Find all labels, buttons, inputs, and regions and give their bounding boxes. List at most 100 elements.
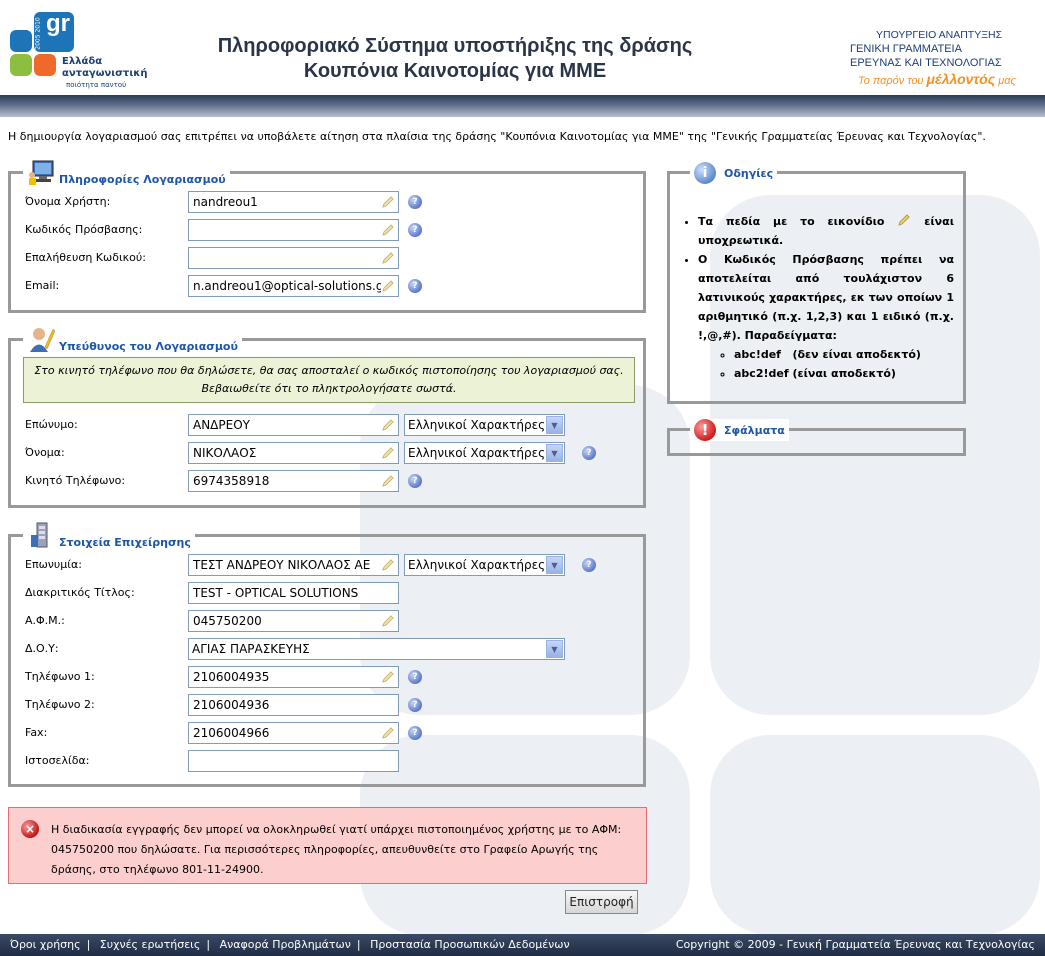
fax-value: 2106004966 — [193, 726, 270, 740]
errors-panel: ! Σφάλματα — [667, 419, 966, 456]
account-legend: Πληροφορίες Λογαριασμού — [23, 158, 230, 186]
website-input[interactable] — [188, 750, 399, 772]
required-pencil-icon — [382, 419, 394, 431]
instructions-legend: i Οδηγίες — [690, 162, 778, 184]
company-input[interactable]: ΤΕΣΤ ΑΝΔΡΕΟΥ ΝΙΚΟΛΑΟΣ ΑΕ — [188, 554, 399, 576]
page-footer: Όροι χρήσης | Συχνές ερωτήσεις | Αναφορά Π… — [0, 934, 1045, 956]
logo-years: 2005 2010 — [34, 17, 42, 50]
mobile-notice-line1: Στο κινητό τηλέφωνο που θα δηλώσετε, θα … — [34, 364, 624, 377]
account-fieldset: Πληροφορίες Λογαριασμού Όνομα Χρήστη: na… — [8, 158, 646, 313]
surname-charset-select[interactable]: Ελληνικοί Χαρακτήρες ▼ — [404, 414, 565, 436]
user-edit-icon — [27, 325, 56, 353]
back-button[interactable]: Επιστροφή — [565, 890, 638, 914]
email-input[interactable]: n.andreou1@optical-solutions.gr — [188, 275, 399, 297]
phone1-input[interactable]: 2106004935 — [188, 666, 399, 688]
confirm-password-input[interactable] — [188, 247, 399, 269]
help-icon[interactable]: ? — [408, 698, 422, 712]
chevron-down-icon: ▼ — [546, 556, 563, 574]
fax-row: Fax: 2106004966 ? — [11, 722, 643, 744]
help-icon[interactable]: ? — [408, 279, 422, 293]
distinct-title-input[interactable]: TEST - OPTICAL SOLUTIONS — [188, 582, 399, 604]
help-icon[interactable]: ? — [408, 223, 422, 237]
logo-badge-text: gr — [46, 10, 70, 37]
phone2-row: Τηλέφωνο 2: 2106004936 ? — [11, 694, 643, 716]
footer-link-terms[interactable]: Όροι χρήσης — [10, 938, 81, 951]
surname-input[interactable]: ΑΝΔΡΕΟΥ — [188, 414, 399, 436]
surname-value: ΑΝΔΡΕΟΥ — [193, 418, 250, 432]
password-row: Κωδικός Πρόσβασης: ? — [11, 219, 643, 241]
required-pencil-icon — [898, 214, 911, 226]
fax-input[interactable]: 2106004966 — [188, 722, 399, 744]
email-row: Email: n.andreou1@optical-solutions.gr ? — [11, 275, 643, 297]
instruction-required-pre: Τα πεδία με το εικονίδιο — [698, 215, 885, 228]
slogan-pre: Το παρόν του — [858, 75, 924, 87]
phone2-input[interactable]: 2106004936 — [188, 694, 399, 716]
chevron-down-icon: ▼ — [546, 416, 563, 434]
errors-legend: ! Σφάλματα — [690, 419, 789, 441]
help-icon[interactable]: ? — [408, 670, 422, 684]
error-message-box: × Η διαδικασία εγγραφής δεν μπορεί να ολ… — [8, 807, 647, 884]
instructions-panel: i Οδηγίες Τα πεδία με το εικονίδιο είναι… — [667, 162, 966, 404]
site-title: Πληροφοριακό Σύστημα υποστήριξης της δρά… — [170, 34, 740, 84]
logo-text-line3: ποιότητα παντού — [66, 81, 127, 89]
username-input[interactable]: nandreou1 — [188, 191, 399, 213]
site-title-line2: Κουπόνια Καινοτομίας για ΜΜΕ — [303, 60, 607, 82]
ministry-line1: ΥΠΟΥΡΓΕΙΟ ΑΝΑΠΤΥΞΗΣ — [876, 29, 1003, 41]
footer-copyright: Copyright © 2009 - Γενική Γραμματεία Έρε… — [675, 938, 1035, 951]
instruction-password-text: Ο Κωδικός Πρόσβασης πρέπει να αποτελείτα… — [698, 253, 954, 342]
logo-square-badge: gr 2005 2010 — [34, 10, 74, 52]
required-pencil-icon — [381, 279, 395, 293]
footer-link-privacy[interactable]: Προστασία Προσωπικών Δεδομένων — [370, 938, 570, 951]
chevron-down-icon: ▼ — [546, 640, 563, 658]
mobile-input[interactable]: 6974358918 — [188, 470, 399, 492]
logo-square-orange — [34, 54, 56, 76]
name-row: Όνομα: ΝΙΚΟΛΑΟΣ Ελληνικοί Χαρακτήρες ▼ ? — [11, 442, 643, 464]
mobile-notice: Στο κινητό τηλέφωνο που θα δηλώσετε, θα … — [23, 357, 635, 403]
computer-user-icon — [27, 158, 55, 186]
instructions-list: Τα πεδία με το εικονίδιο είναι υποχρεωτι… — [698, 212, 954, 383]
mobile-notice-line2: Βεβαιωθείτε ότι το πληκτρολογήσατε σωστά… — [201, 382, 457, 395]
footer-link-report[interactable]: Αναφορά Προβλημάτων — [220, 938, 351, 951]
name-charset-select[interactable]: Ελληνικοί Χαρακτήρες ▼ — [404, 442, 565, 464]
email-value: n.andreou1@optical-solutions.gr — [193, 279, 389, 293]
name-input[interactable]: ΝΙΚΟΛΑΟΣ — [188, 442, 399, 464]
website-row: Ιστοσελίδα: — [11, 750, 643, 772]
afm-row: Α.Φ.Μ.: 045750200 — [11, 610, 643, 632]
business-legend-text: Στοιχεία Επιχείρησης — [59, 536, 191, 549]
required-pencil-icon — [382, 671, 394, 683]
footer-link-faq[interactable]: Συχνές ερωτήσεις — [100, 938, 201, 951]
doy-label: Δ.Ο.Υ: — [25, 642, 59, 655]
page-header: gr 2005 2010 Ελλάδα ανταγωνιστική ποιότη… — [0, 0, 1045, 95]
afm-input[interactable]: 045750200 — [188, 610, 399, 632]
help-icon[interactable]: ? — [582, 446, 596, 460]
ministry-block: ΥΠΟΥΡΓΕΙΟ ΑΝΑΠΤΥΞΗΣ ΓΕΝΙΚΗ ΓΡΑΜΜΑΤΕΙΑ ΕΡ… — [838, 28, 1038, 88]
slogan: Το παρόν του μέλλοντός μας — [838, 72, 1038, 88]
doy-select[interactable]: ΑΓΙΑΣ ΠΑΡΑΣΚΕΥΗΣ ▼ — [188, 638, 565, 660]
help-icon[interactable]: ? — [582, 558, 596, 572]
surname-charset-value: Ελληνικοί Χαρακτήρες — [408, 418, 546, 432]
company-charset-select[interactable]: Ελληνικοί Χαρακτήρες ▼ — [404, 554, 565, 576]
footer-separator: | — [356, 938, 361, 951]
phone1-label: Τηλέφωνο 1: — [25, 670, 95, 683]
mobile-row: Κινητό Τηλέφωνο: 6974358918 ? — [11, 470, 643, 492]
help-icon[interactable]: ? — [408, 726, 422, 740]
phone1-row: Τηλέφωνο 1: 2106004935 ? — [11, 666, 643, 688]
surname-row: Επώνυμο: ΑΝΔΡΕΟΥ Ελληνικοί Χαρακτήρες ▼ — [11, 414, 643, 436]
help-icon[interactable]: ? — [408, 474, 422, 488]
password-input[interactable] — [188, 219, 399, 241]
distinct-label: Διακριτικός Τίτλος: — [25, 586, 135, 599]
slogan-post: μας — [998, 75, 1016, 87]
name-charset-value: Ελληνικοί Χαρακτήρες — [408, 446, 546, 460]
afm-label: Α.Φ.Μ.: — [25, 614, 65, 627]
ministry-line2: ΓΕΝΙΚΗ ΓΡΑΜΜΑΤΕΙΑ — [850, 43, 962, 55]
help-icon[interactable]: ? — [408, 195, 422, 209]
instruction-required: Τα πεδία με το εικονίδιο είναι υποχρεωτι… — [698, 212, 954, 250]
distinct-value: TEST - OPTICAL SOLUTIONS — [193, 586, 359, 600]
business-fieldset: Στοιχεία Επιχείρησης Επωνυμία: ΤΕΣΤ ΑΝΔΡ… — [8, 521, 646, 787]
logo-text-line2: ανταγωνιστική — [62, 68, 148, 79]
site-logo[interactable]: gr 2005 2010 Ελλάδα ανταγωνιστική ποιότη… — [10, 10, 150, 92]
doy-value: ΑΓΙΑΣ ΠΑΡΑΣΚΕΥΗΣ — [192, 642, 310, 656]
info-icon: i — [694, 162, 716, 184]
header-bar — [0, 95, 1045, 117]
company-row: Επωνυμία: ΤΕΣΤ ΑΝΔΡΕΟΥ ΝΙΚΟΛΑΟΣ ΑΕ Ελλην… — [11, 554, 643, 576]
